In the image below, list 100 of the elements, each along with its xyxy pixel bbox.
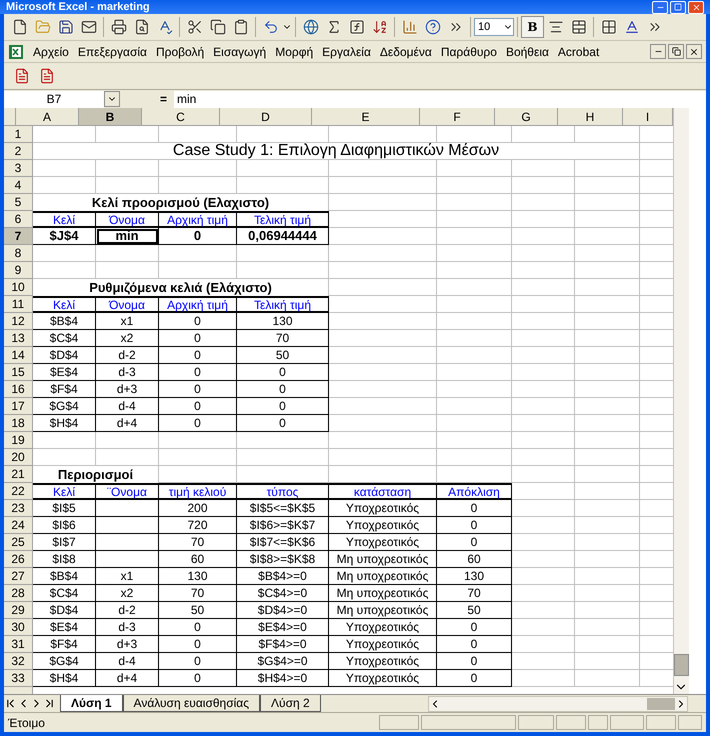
column-header[interactable]: H xyxy=(558,108,623,126)
menu-item[interactable]: Βοήθεια xyxy=(506,42,549,60)
table-cell: $H$4>=0 xyxy=(237,670,329,687)
close-button[interactable] xyxy=(686,44,702,59)
new-icon xyxy=(12,19,28,35)
column-label: Κελί xyxy=(33,211,96,228)
table-cell: 70 xyxy=(237,330,329,347)
last-sheet-icon[interactable] xyxy=(43,697,56,710)
table-cell: 0 xyxy=(437,534,512,551)
row-header[interactable]: 24 xyxy=(4,517,33,534)
row-header[interactable]: 8 xyxy=(4,245,33,262)
column-header[interactable]: E xyxy=(312,108,420,126)
column-header[interactable]: D xyxy=(220,108,312,126)
bold-button[interactable]: B xyxy=(521,16,544,38)
table-cell: $F$4 xyxy=(33,636,96,653)
row-header[interactable]: 19 xyxy=(4,432,33,449)
row-header[interactable]: 33 xyxy=(4,670,33,687)
horizontal-scrollbar[interactable] xyxy=(428,696,688,712)
table-cell: 0 xyxy=(437,670,512,687)
open-icon xyxy=(34,19,50,35)
column-label: Κελί xyxy=(33,483,96,500)
table-cell: Μη υποχρεοτικός xyxy=(329,551,437,568)
menu-item[interactable]: Προβολή xyxy=(156,42,204,60)
table-cell: d-2 xyxy=(96,602,159,619)
row-header[interactable]: 17 xyxy=(4,398,33,415)
column-header[interactable]: G xyxy=(495,108,558,126)
table-cell: Μη υποχρεοτικός xyxy=(329,602,437,619)
row-header[interactable]: 6 xyxy=(4,211,33,228)
formula-field[interactable]: min xyxy=(174,90,706,108)
row-header[interactable]: 10 xyxy=(4,279,33,296)
table-cell: d+3 xyxy=(96,381,159,398)
menu-item[interactable]: Αρχείο xyxy=(33,42,69,60)
row-header[interactable]: 20 xyxy=(4,449,33,466)
row-header[interactable]: 15 xyxy=(4,364,33,381)
row-header[interactable]: 27 xyxy=(4,568,33,585)
row-header[interactable]: 22 xyxy=(4,483,33,500)
column-header[interactable]: B xyxy=(79,108,142,126)
table-cell: $B$4>=0 xyxy=(237,568,329,585)
name-box-dropdown[interactable] xyxy=(104,91,120,107)
menu-item[interactable]: Acrobat xyxy=(558,42,600,60)
column-header[interactable]: I xyxy=(623,108,673,126)
name-box[interactable]: B7 xyxy=(4,90,104,108)
row-header[interactable]: 28 xyxy=(4,585,33,602)
merge-center-icon xyxy=(570,19,586,35)
row-header[interactable]: 16 xyxy=(4,381,33,398)
column-header[interactable]: A xyxy=(16,108,79,126)
table-cell: $I$7 xyxy=(33,534,96,551)
row-header[interactable]: 26 xyxy=(4,551,33,568)
menu-item[interactable]: Δεδομένα xyxy=(380,42,432,60)
table-cell: Υποχρεοτικός xyxy=(329,653,437,670)
scrollbar-thumb[interactable] xyxy=(647,698,675,710)
row-header[interactable]: 1 xyxy=(4,126,33,143)
row-header[interactable]: 5 xyxy=(4,194,33,211)
table-cell: 130 xyxy=(237,313,329,330)
row-header[interactable]: 9 xyxy=(4,262,33,279)
status-panel xyxy=(610,715,644,730)
row-header[interactable]: 21 xyxy=(4,466,33,483)
table-cell: $I$5 xyxy=(33,500,96,517)
table-cell: $E$4 xyxy=(33,619,96,636)
column-header[interactable]: C xyxy=(142,108,220,126)
minimize-button[interactable] xyxy=(650,44,666,59)
table-cell: Υποχρεοτικός xyxy=(329,619,437,636)
table-cell: $G$4>=0 xyxy=(237,653,329,670)
menu-item[interactable]: Μορφή xyxy=(275,42,314,60)
table-cell: $I$8>=$K$8 xyxy=(237,551,329,568)
row-header[interactable]: 4 xyxy=(4,177,33,194)
row-header[interactable]: 14 xyxy=(4,347,33,364)
menu-item[interactable]: Επεξεργασία xyxy=(78,42,147,60)
status-panel xyxy=(646,715,676,730)
table-cell: d+4 xyxy=(96,415,159,432)
font-size-dropdown[interactable]: 10 xyxy=(474,18,514,36)
table-cell: $B$4 xyxy=(33,313,96,330)
empty-cell xyxy=(96,551,159,568)
menu-item[interactable]: Παράθυρο xyxy=(440,42,497,60)
vertical-scrollbar[interactable] xyxy=(673,108,689,694)
sheet-tab[interactable]: Λύση 1 xyxy=(60,694,123,712)
row-header[interactable]: 12 xyxy=(4,313,33,330)
maximize-button[interactable] xyxy=(670,0,686,14)
row-header[interactable]: 3 xyxy=(4,160,33,177)
row-header[interactable]: 31 xyxy=(4,636,33,653)
row-header[interactable]: 23 xyxy=(4,500,33,517)
row-header[interactable]: 13 xyxy=(4,330,33,347)
row-header[interactable]: 30 xyxy=(4,619,33,636)
row-header[interactable]: 32 xyxy=(4,653,33,670)
sheet-title: Case Study 1: Επιλογη Διαφημιστικών Μέσων xyxy=(33,143,640,160)
row-header[interactable]: 29 xyxy=(4,602,33,619)
row-header[interactable]: 7 xyxy=(4,228,33,245)
menu-item[interactable]: Εργαλεία xyxy=(322,42,371,60)
sheet-tab[interactable]: Λύση 2 xyxy=(260,694,321,712)
row-header[interactable]: 2 xyxy=(4,143,33,160)
menu-item[interactable]: Εισαγωγή xyxy=(213,42,266,60)
row-header[interactable]: 18 xyxy=(4,415,33,432)
scrollbar-thumb[interactable] xyxy=(674,654,689,676)
table-cell: d-4 xyxy=(96,398,159,415)
row-header[interactable]: 11 xyxy=(4,296,33,313)
table-cell: 0 xyxy=(159,415,237,432)
restore-button[interactable] xyxy=(668,44,684,59)
column-header[interactable]: F xyxy=(420,108,495,126)
sheet-tab[interactable]: Ανάλυση ευαισθησίας xyxy=(122,694,260,712)
row-header[interactable]: 25 xyxy=(4,534,33,551)
